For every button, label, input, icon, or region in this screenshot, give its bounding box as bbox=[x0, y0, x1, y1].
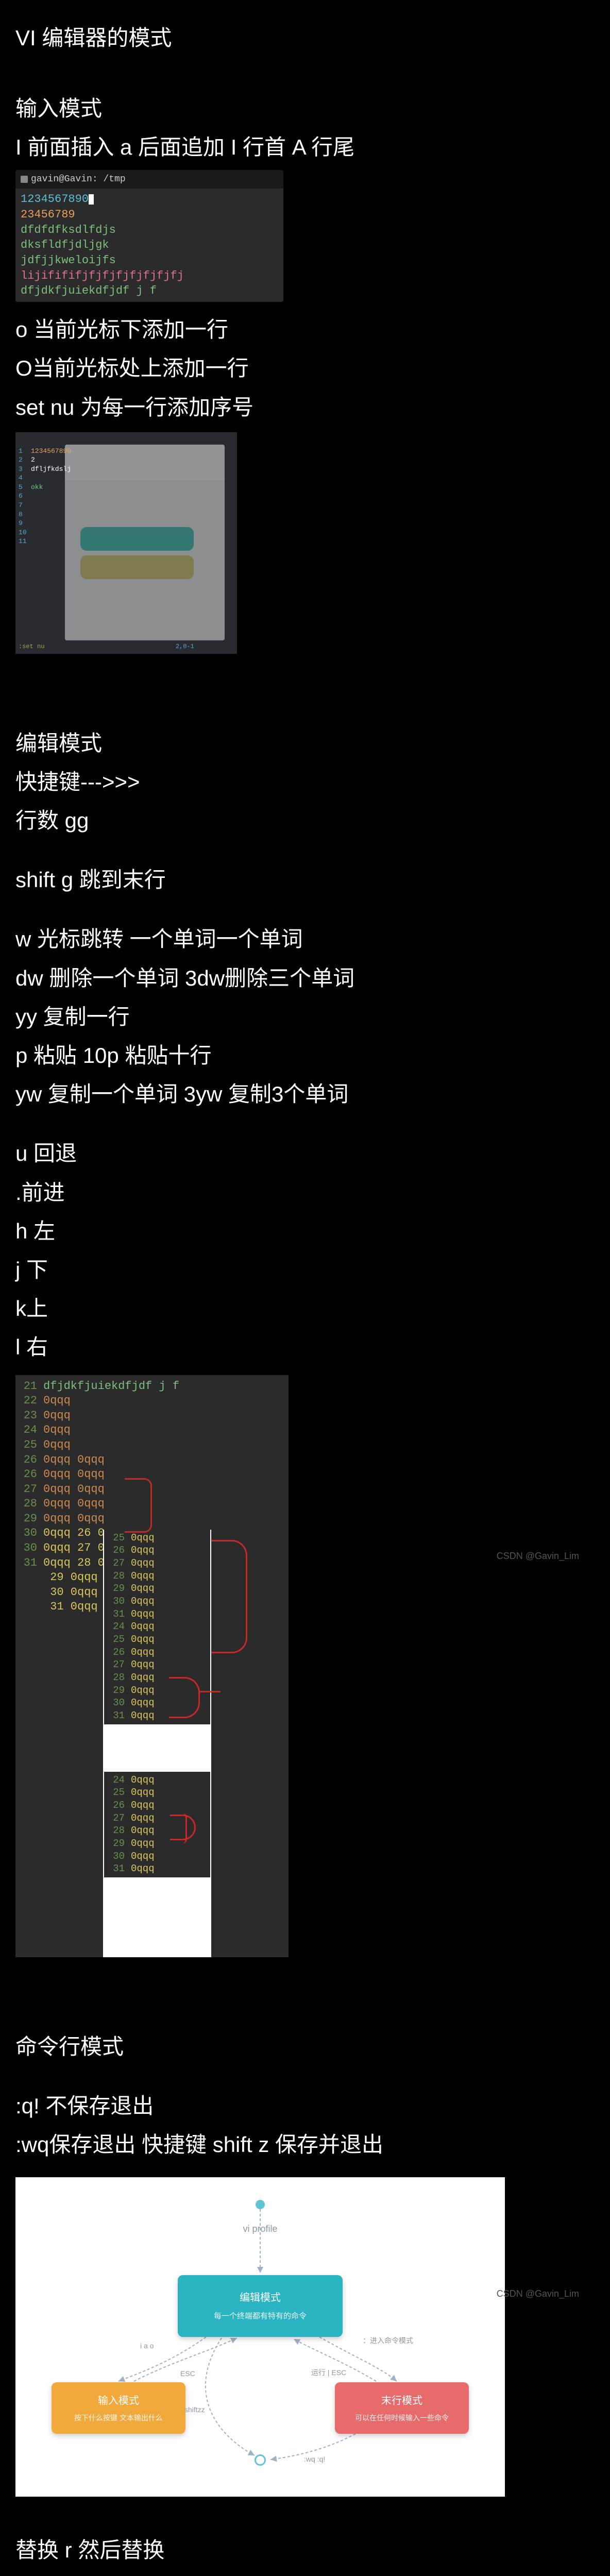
terminal-line: 1234567890 bbox=[21, 192, 278, 207]
text-set-nu: set nu 为每一行添加序号 bbox=[15, 390, 595, 425]
text-shiftg: shift g 跳到末行 bbox=[15, 862, 595, 897]
heading-input: 输入模式 bbox=[15, 91, 595, 126]
text-o-lower: o 当前光标下添加一行 bbox=[15, 312, 595, 347]
text-o-upper: O当前光标处上添加一行 bbox=[15, 351, 595, 385]
terminal-line: dfjdkfjuiekdfjdf j f bbox=[21, 283, 278, 299]
diagram-label-colon: ：进入命令模式 bbox=[363, 2335, 413, 2346]
diagram-label-wq: :wq :q! bbox=[304, 2453, 325, 2465]
diagram-node-input-title: 输入模式 bbox=[98, 2393, 139, 2409]
text-dot: .前进 bbox=[15, 1175, 595, 1210]
page-title: VI 编辑器的模式 bbox=[15, 21, 595, 55]
watermark-2: CSDN @Gavin_Lim bbox=[497, 2286, 579, 2301]
diagram-node-edit-sub: 每一个终端都有特有的命令 bbox=[214, 2310, 307, 2323]
text-q: :q! 不保存退出 bbox=[15, 2089, 595, 2123]
text-gg: 行数 gg bbox=[15, 803, 595, 838]
text-j: j 下 bbox=[15, 1252, 595, 1287]
diagram-node-edit-title: 编辑模式 bbox=[240, 2290, 281, 2306]
text-insert-keys: I 前面插入 a 后面追加 I 行首 A 行尾 bbox=[15, 130, 595, 164]
terminal-title-text: gavin@Gavin: /tmp bbox=[31, 172, 126, 187]
diagram-node-cmd: 末行模式 可以在任何时候输入一些命令 bbox=[335, 2382, 469, 2434]
diagram-node-cmd-sub: 可以在任何时候输入一些命令 bbox=[355, 2412, 449, 2424]
diagram-label-esc-right: 运行 | ESC bbox=[311, 2367, 346, 2378]
terminal-icon bbox=[21, 176, 28, 183]
heading-edit: 编辑模式 bbox=[15, 726, 595, 760]
text-u: u 回退 bbox=[15, 1136, 595, 1171]
diagram-node-input: 输入模式 按下什么按键 文本输出什么 bbox=[52, 2382, 185, 2434]
text-replace: 替换 r 然后替换 bbox=[15, 2533, 595, 2567]
diagram-label-iao: i a o bbox=[140, 2340, 154, 2351]
text-yy: yy 复制一行 bbox=[15, 999, 595, 1034]
terminal-line: lijifififjfjfjfjfjfjfjfj bbox=[21, 268, 278, 284]
diagram-node-cmd-title: 末行模式 bbox=[381, 2393, 422, 2409]
heading-cmdline: 命令行模式 bbox=[15, 2029, 595, 2064]
text-l: l 右 bbox=[15, 1330, 595, 1364]
diagram-caption: vi profile bbox=[243, 2222, 277, 2236]
text-p: p 粘贴 10p 粘贴十行 bbox=[15, 1038, 595, 1073]
vi-mode-diagram: vi profile 编辑模式 每一个终端都有特有的命令 输入模式 按下什么按键… bbox=[15, 2177, 505, 2497]
text-wq: :wq保存退出 快捷键 shift z 保存并退出 bbox=[15, 2127, 595, 2162]
diagram-start-dot bbox=[256, 2200, 265, 2209]
diagram-node-edit: 编辑模式 每一个终端都有特有的命令 bbox=[178, 2275, 343, 2337]
status-left: :set nu bbox=[19, 643, 44, 650]
text-shortcuts: 快捷键--->>> bbox=[15, 765, 595, 799]
diagram-node-input-sub: 按下什么按键 文本输出什么 bbox=[74, 2412, 163, 2424]
terminal-screenshot-3: 21dfjdkfjuiekdfjdf j f220qqq230qqq240qqq… bbox=[15, 1375, 289, 1957]
terminal-line: dksfldfjdljgk bbox=[21, 238, 278, 253]
watermark-1: CSDN @Gavin_Lim bbox=[497, 1549, 579, 1564]
terminal-screenshot-2: 1234567891011 12345678902dfljfkdslj okk … bbox=[15, 432, 237, 654]
text-dw: dw 删除一个单词 3dw删除三个单词 bbox=[15, 961, 595, 995]
text-h: h 左 bbox=[15, 1214, 595, 1248]
text-k: k上 bbox=[15, 1291, 595, 1326]
diagram-end-dot bbox=[255, 2454, 266, 2466]
status-right: 2,0-1 bbox=[176, 643, 194, 650]
terminal-line: 23456789 bbox=[21, 207, 278, 223]
terminal-screenshot-1: gavin@Gavin: /tmp 123456789023456789dfdf… bbox=[15, 170, 283, 302]
terminal-line: jdfjjkweloijfs bbox=[21, 253, 278, 268]
diagram-label-shiftzz: shiftzz bbox=[184, 2404, 205, 2415]
terminal-line: dfdfdfksdlfdjs bbox=[21, 223, 278, 238]
terminal-titlebar: gavin@Gavin: /tmp bbox=[15, 170, 283, 189]
text-yw: yw 复制一个单词 3yw 复制3个单词 bbox=[15, 1077, 595, 1111]
diagram-label-esc-left: ESC bbox=[180, 2368, 195, 2379]
text-w: w 光标跳转 一个单词一个单词 bbox=[15, 922, 595, 956]
